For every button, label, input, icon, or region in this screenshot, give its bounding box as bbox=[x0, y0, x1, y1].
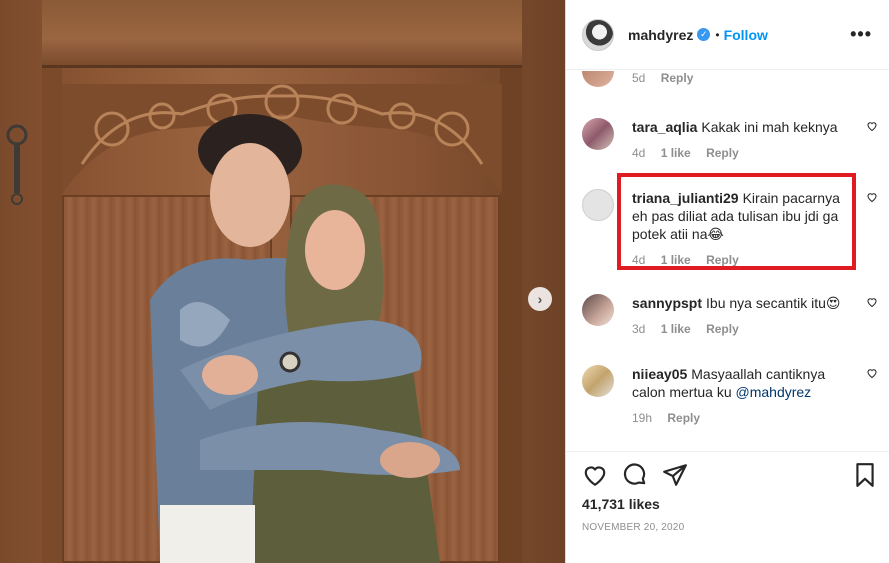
comment-username[interactable]: niieay05 bbox=[632, 366, 687, 382]
reply-button[interactable]: Reply bbox=[667, 411, 700, 425]
post-sidebar: mahdyrez ✓ • Follow ••• 5d Reply tara_aq… bbox=[565, 0, 889, 563]
follow-button[interactable]: Follow bbox=[724, 27, 768, 43]
people-photo bbox=[150, 114, 460, 563]
share-icon[interactable] bbox=[662, 462, 688, 488]
author-avatar[interactable] bbox=[582, 18, 614, 51]
heart-icon[interactable] bbox=[582, 462, 608, 488]
post-date[interactable]: NOVEMBER 20, 2020 bbox=[582, 522, 684, 533]
comment-mention[interactable]: @mahdyrez bbox=[736, 384, 812, 400]
door-frame-top bbox=[42, 0, 522, 68]
reply-button[interactable]: Reply bbox=[706, 146, 739, 160]
comment-item: niieay05 Masyaallah cantiknya calon mertu… bbox=[582, 365, 877, 425]
comment-body: sannypspt Ibu nya secantik itu😍 bbox=[632, 294, 852, 312]
comment-meta: 5d Reply bbox=[632, 71, 872, 85]
commenter-avatar[interactable] bbox=[582, 365, 614, 397]
like-comment-icon[interactable] bbox=[866, 296, 878, 308]
bookmark-icon[interactable] bbox=[852, 462, 878, 488]
comment-time[interactable]: 3d bbox=[632, 322, 645, 336]
comment-likes[interactable]: 1 like bbox=[661, 146, 691, 160]
comment-time[interactable]: 5d bbox=[632, 71, 645, 85]
comment-meta: 3d 1 like Reply bbox=[632, 322, 872, 336]
comment-username[interactable]: sannypspt bbox=[632, 295, 702, 311]
commenter-avatar[interactable] bbox=[582, 118, 614, 150]
post-actions: 41,731 likes NOVEMBER 20, 2020 bbox=[566, 451, 889, 563]
reply-button[interactable]: Reply bbox=[661, 71, 694, 85]
comment-item: tara_aqlia Kakak ini mah keknya 4d 1 like… bbox=[582, 118, 877, 160]
likes-count[interactable]: 41,731 likes bbox=[582, 496, 660, 512]
post-photo: › bbox=[0, 0, 565, 563]
comment-meta: 4d 1 like Reply bbox=[632, 146, 872, 160]
comment-meta: 19h Reply bbox=[632, 411, 872, 425]
action-icons-row bbox=[582, 462, 882, 488]
commenter-avatar[interactable] bbox=[582, 71, 614, 87]
separator-dot: • bbox=[715, 27, 720, 42]
like-comment-icon[interactable] bbox=[866, 191, 878, 203]
comment-username[interactable]: tara_aqlia bbox=[632, 119, 697, 135]
comment-time[interactable]: 19h bbox=[632, 411, 652, 425]
like-comment-icon[interactable] bbox=[866, 120, 878, 132]
post-header: mahdyrez ✓ • Follow ••• bbox=[566, 0, 889, 70]
next-photo-button[interactable]: › bbox=[528, 287, 552, 311]
comment-icon[interactable] bbox=[622, 462, 648, 488]
commenter-avatar[interactable] bbox=[582, 189, 614, 221]
comment-body: tara_aqlia Kakak ini mah keknya bbox=[632, 118, 852, 136]
reply-button[interactable]: Reply bbox=[706, 322, 739, 336]
comment-text: Kakak ini mah keknya bbox=[701, 119, 838, 135]
comment-item: sannypspt Ibu nya secantik itu😍 3d 1 like… bbox=[582, 294, 877, 336]
comment-likes[interactable]: 1 like bbox=[661, 322, 691, 336]
comment-item: 5d Reply bbox=[582, 71, 872, 87]
commenter-avatar[interactable] bbox=[582, 294, 614, 326]
more-options-icon[interactable]: ••• bbox=[850, 24, 872, 45]
comment-text: Ibu nya secantik itu😍 bbox=[706, 295, 841, 311]
door-handle bbox=[6, 124, 28, 205]
door-frame-left bbox=[42, 0, 62, 563]
like-comment-icon[interactable] bbox=[866, 367, 878, 379]
comment-time[interactable]: 4d bbox=[632, 146, 645, 160]
verified-icon: ✓ bbox=[697, 28, 711, 41]
author-username[interactable]: mahdyrez bbox=[628, 27, 693, 43]
door-frame-right bbox=[500, 0, 522, 563]
comment-body: niieay05 Masyaallah cantiknya calon mertu… bbox=[632, 365, 852, 401]
comment-highlight-box bbox=[617, 173, 856, 270]
